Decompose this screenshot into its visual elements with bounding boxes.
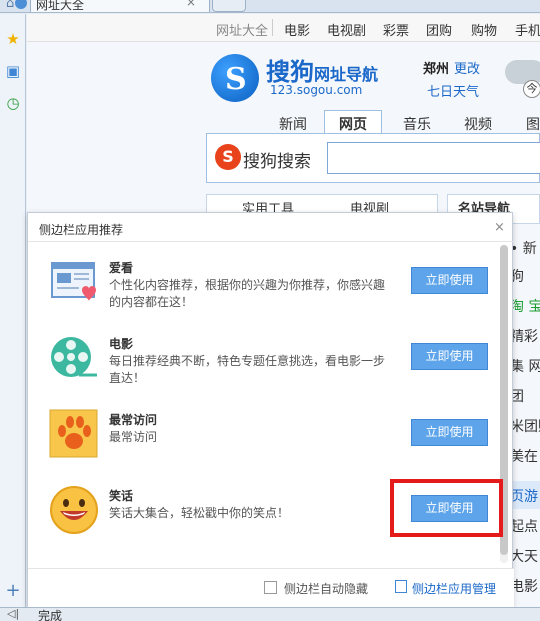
add-app-icon[interactable]: + (4, 582, 22, 600)
app-name: 爱看 (109, 261, 134, 275)
search-tabs: 新闻 网页 音乐 视频 图 (27, 110, 540, 135)
close-icon[interactable]: × (494, 220, 505, 235)
list-item[interactable]: 淘 宝 (510, 296, 540, 316)
highlight-box (390, 479, 503, 537)
use-now-button[interactable]: 立即使用 (411, 343, 488, 370)
manager-icon[interactable] (395, 580, 407, 593)
tab-video[interactable]: 视频 (464, 114, 492, 134)
list-item[interactable]: • 新 (510, 238, 540, 258)
app-desc: 每日推荐经典不断，特色专题任意挑选，看电影一步直达！ (109, 354, 386, 385)
logo-url: 123.sogou.com (270, 83, 363, 97)
weather-link[interactable]: 七日天气 (427, 81, 479, 100)
app-name: 电影 (109, 337, 134, 351)
tab-close-icon[interactable]: × (186, 0, 196, 9)
nav-item[interactable]: 团购 (426, 20, 452, 39)
tab-image[interactable]: 图 (526, 114, 540, 134)
use-now-button[interactable]: 立即使用 (411, 267, 488, 294)
search-input[interactable] (327, 142, 540, 174)
sidebar-rail: ★ ▣ ◷ + (0, 14, 26, 607)
list-item[interactable]: 团 (510, 386, 540, 406)
film-reel-icon (49, 333, 99, 383)
nav-divider (272, 19, 273, 36)
app-desc: 最常访问 (109, 430, 158, 444)
smiley-icon (49, 485, 99, 535)
logo-subtitle: 网址导航 (314, 65, 379, 84)
city-name: 郑州 (423, 62, 450, 77)
nav-item[interactable]: 购物 (471, 20, 497, 39)
tab-favicon-icon (15, 0, 27, 9)
nav-item[interactable]: 彩票 (383, 20, 409, 39)
use-now-button[interactable]: 立即使用 (411, 419, 488, 446)
nav-item[interactable]: 电影 (284, 20, 310, 39)
list-item[interactable]: 大天 (510, 546, 540, 566)
nav-item[interactable]: 网址大全 (216, 20, 268, 39)
change-city-link[interactable]: 更改 (454, 58, 480, 77)
tab-news[interactable]: 新闻 (279, 114, 307, 134)
tab-music[interactable]: 音乐 (403, 114, 431, 134)
panel-divider (28, 241, 514, 242)
sidebar-toggle-icon[interactable]: ◁| (7, 607, 19, 620)
list-item[interactable]: 页游 (510, 486, 540, 506)
search-engine-label[interactable]: 搜狗搜索 (243, 147, 311, 172)
app-desc: 个性化内容推荐，根据你的兴趣为你推荐，你感兴趣的内容都在这！ (109, 278, 386, 309)
list-item[interactable]: 狗 (510, 266, 540, 286)
sogou-search-icon: S (215, 144, 241, 170)
list-item[interactable]: 起点 (510, 516, 540, 536)
app-recommend-panel: 侧边栏应用推荐 × 爱看 个性化内容推荐，根据你的兴趣为你推荐，你感兴趣的内容都… (27, 212, 514, 608)
app-name: 最常访问 (109, 413, 158, 427)
app-item-movie: 电影 每日推荐经典不断，特色专题任意挑选，看电影一步直达！ 立即使用 (28, 323, 500, 399)
list-item[interactable]: 电影 (510, 576, 540, 596)
tab-title: 网址大全 (36, 0, 85, 12)
list-item[interactable]: 精彩 (510, 326, 540, 346)
reader-icon (49, 257, 99, 307)
app-manager-link[interactable]: 侧边栏应用管理 (412, 580, 496, 597)
list-item[interactable]: 米团购 (510, 416, 540, 436)
paw-icon (49, 409, 99, 459)
history-clock-icon[interactable]: ◷ (4, 94, 22, 112)
status-text: 完成 (38, 609, 63, 621)
auto-hide-checkbox[interactable] (264, 581, 277, 594)
auto-hide-label[interactable]: 侧边栏自动隐藏 (284, 580, 368, 597)
app-name: 笑话 (109, 489, 134, 503)
list-item[interactable]: 集 网 (510, 356, 540, 376)
site-top-nav: 网址大全 电影 电视剧 彩票 团购 购物 手机 (27, 14, 540, 42)
today-badge: 今 (523, 80, 540, 98)
new-tab-button[interactable] (212, 0, 246, 12)
nav-item[interactable]: 电视剧 (327, 20, 366, 39)
panel-footer: 侧边栏自动隐藏 侧边栏应用管理 (28, 568, 514, 608)
status-bar: ◁| 完成 (0, 607, 540, 621)
app-item-frequent: 最常访问 最常访问 立即使用 (28, 399, 500, 475)
panel-title: 侧边栏应用推荐 (39, 223, 124, 237)
sogou-logo-text[interactable]: 搜狗网址导航 (266, 52, 378, 87)
tablet-icon[interactable]: ▣ (4, 62, 22, 80)
nav-item[interactable]: 手机 (515, 20, 540, 39)
app-item-aikan: 爱看 个性化内容推荐，根据你的兴趣为你推荐，你感兴趣的内容都在这！ 立即使用 (28, 247, 500, 323)
browser-tab-strip: ⌂ 网址大全 × (0, 0, 540, 13)
list-item[interactable]: 美在 (510, 446, 540, 466)
search-box: S 搜狗搜索 (206, 133, 540, 183)
sogou-logo-icon[interactable]: S (211, 54, 259, 102)
tab-web[interactable]: 网页 (324, 110, 382, 135)
app-desc: 笑话大集合，轻松戳中你的笑点！ (109, 506, 290, 520)
favorites-star-icon[interactable]: ★ (4, 30, 22, 48)
